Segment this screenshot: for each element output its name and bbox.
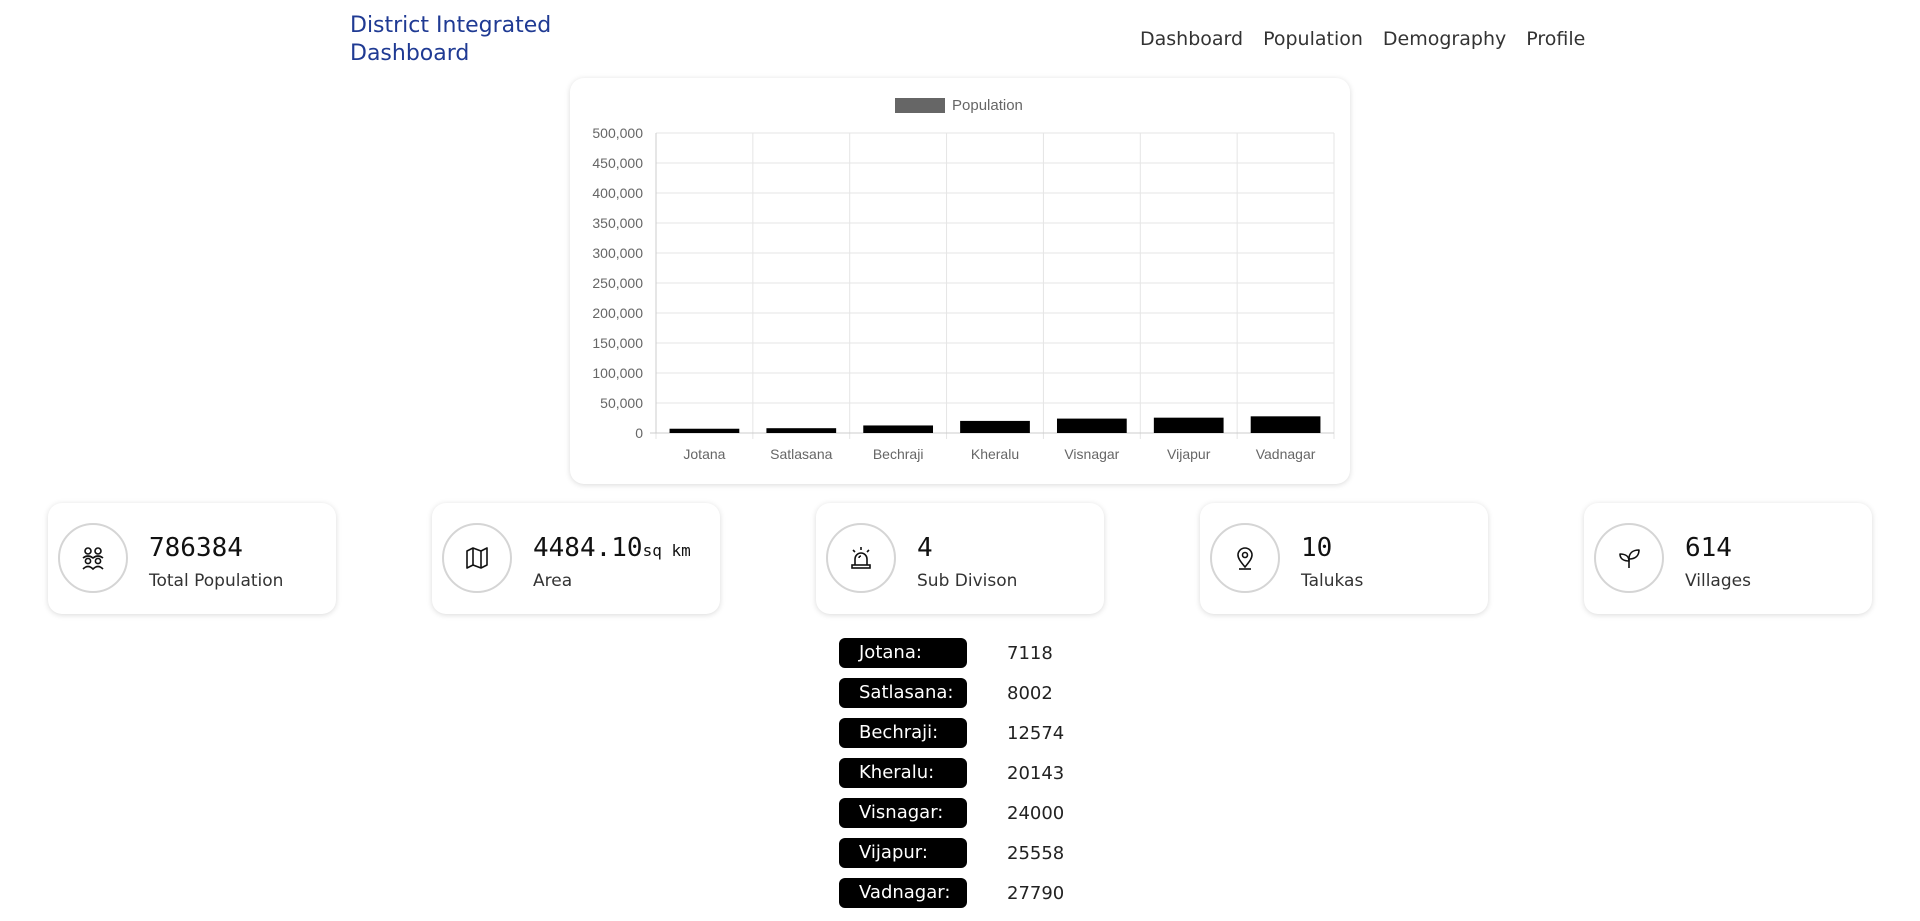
stat-value: 4 [917,533,933,563]
bar-jotana [669,428,740,433]
y-tick-label: 0 [635,425,643,441]
taluka-population-list: Jotana: 7118 Satlasana: 8002 Bechraji: 1257… [839,633,1064,913]
people-group-icon [58,523,128,593]
taluka-label: Bechraji: [839,718,967,748]
stat-value: 614 [1685,533,1732,563]
sprout-icon [1594,523,1664,593]
stat-label: Villages [1685,571,1751,591]
stat-unit: sq km [642,541,691,560]
y-tick-label: 500,000 [592,125,643,141]
stat-card-total-population: 786384 Total Population [48,503,336,614]
x-tick-label: Kheralu [971,446,1019,462]
x-tick-label: Jotana [683,446,725,462]
x-tick-label: Satlasana [770,446,832,462]
y-tick-label: 450,000 [592,155,643,171]
bar-bechraji [863,425,934,433]
legend-label: Population [952,97,1023,114]
nav-demography[interactable]: Demography [1383,26,1506,52]
population-chart-card: 500,000 450,000 400,000 350,000 300,000 250,0… [570,78,1350,484]
location-pin-icon [1210,523,1280,593]
nav-profile[interactable]: Profile [1526,26,1585,52]
stat-label: Talukas [1301,571,1364,591]
list-item: Kheralu: 20143 [839,753,1064,793]
list-item: Vijapur: 25558 [839,833,1064,873]
taluka-value: 8002 [1007,682,1053,704]
y-tick-label: 350,000 [592,215,643,231]
stat-label: Area [533,571,573,591]
bar-visnagar [1056,418,1127,433]
stat-card-talukas: 10 Talukas [1200,503,1488,614]
x-tick-label: Vadnagar [1256,446,1316,462]
nav-population[interactable]: Population [1263,26,1363,52]
bar-vadnagar [1250,416,1321,433]
bar-vijapur [1153,417,1224,433]
list-item: Satlasana: 8002 [839,673,1064,713]
taluka-label: Visnagar: [839,798,967,828]
stat-value: 10 [1301,533,1333,563]
stat-card-area: 4484.10sq km Area [432,503,720,614]
list-item: Jotana: 7118 [839,633,1064,673]
y-tick-label: 150,000 [592,335,643,351]
y-tick-label: 400,000 [592,185,643,201]
alarm-siren-icon [826,523,896,593]
taluka-label: Jotana: [839,638,967,668]
taluka-value: 24000 [1007,802,1065,824]
map-icon [442,523,512,593]
bar-satlasana [766,428,837,433]
list-item: Visnagar: 24000 [839,793,1064,833]
stat-value: 786384 [149,533,243,563]
x-tick-label: Vijapur [1167,446,1211,462]
bar-kheralu [960,420,1030,433]
taluka-value: 27790 [1007,882,1065,904]
y-tick-label: 50,000 [600,395,643,411]
stat-card-sub-division: 4 Sub Divison [816,503,1104,614]
x-tick-label: Visnagar [1064,446,1119,462]
stat-card-villages: 614 Villages [1584,503,1872,614]
stat-label: Total Population [149,571,284,591]
stat-label: Sub Divison [917,571,1018,591]
taluka-label: Kheralu: [839,758,967,788]
y-tick-label: 250,000 [592,275,643,291]
stat-number: 4484.10 [533,533,643,563]
taluka-value: 12574 [1007,722,1065,744]
taluka-label: Vadnagar: [839,878,967,908]
y-tick-label: 200,000 [592,305,643,321]
main-nav: Dashboard Population Demography Profile [1140,26,1605,52]
population-bar-chart: 500,000 450,000 400,000 350,000 300,000 250,0… [592,97,1335,462]
list-item: Bechraji: 12574 [839,713,1064,753]
taluka-label: Vijapur: [839,838,967,868]
taluka-value: 7118 [1007,642,1053,664]
y-tick-label: 300,000 [592,245,643,261]
taluka-value: 25558 [1007,842,1065,864]
stat-value: 4484.10sq km [533,533,691,563]
list-item: Vadnagar: 27790 [839,873,1064,913]
taluka-value: 20143 [1007,762,1065,784]
brand-title[interactable]: District Integrated Dashboard [350,12,570,68]
y-tick-label: 100,000 [592,365,643,381]
legend-swatch [895,98,945,113]
nav-dashboard[interactable]: Dashboard [1140,26,1243,52]
taluka-label: Satlasana: [839,678,967,708]
x-tick-label: Bechraji [873,446,924,462]
